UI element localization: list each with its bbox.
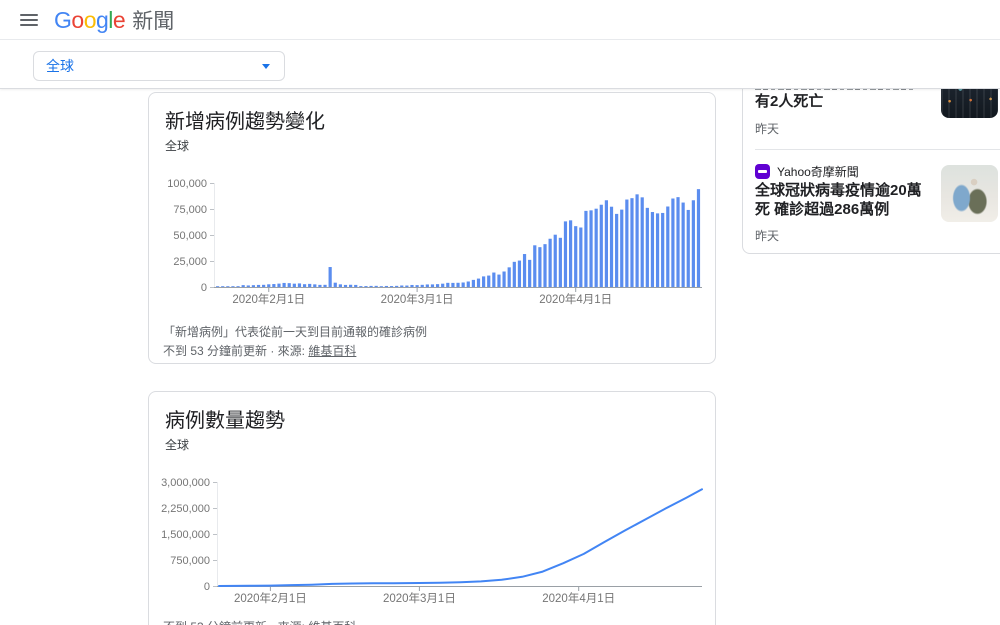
divider [755, 149, 1000, 150]
region-select[interactable]: 全球 [33, 51, 285, 81]
svg-text:2020年4月1日: 2020年4月1日 [539, 292, 612, 305]
svg-text:1,500,000: 1,500,000 [161, 529, 210, 541]
new-cases-bar-chart: 0 25,000 50,000 75,000 100,000 2020年2月1日 2020年… [159, 177, 704, 305]
news-headline[interactable]: 有2人死亡 [755, 92, 935, 111]
svg-text:0: 0 [204, 581, 210, 593]
new-cases-updated-line: 不到 53 分鐘前更新 · 來源: 維基百科 [163, 342, 356, 359]
svg-text:75,000: 75,000 [173, 204, 207, 216]
product-name-label: 新聞 [132, 5, 174, 35]
news-source[interactable]: Yahoo奇摩新聞 [777, 163, 859, 180]
hamburger-menu-icon[interactable] [10, 0, 48, 40]
total-cases-card: 病例數量趨勢 全球 0 750,000 1,500,000 2,250,000 3,00… [148, 391, 716, 625]
svg-text:2020年3月1日: 2020年3月1日 [381, 292, 454, 305]
google-logo: Google [54, 7, 125, 34]
news-headline[interactable]: 全球冠狀病毒疫情逾20萬死 確診超過286萬例 [755, 181, 933, 219]
source-link[interactable]: 維基百科 [308, 344, 356, 358]
svg-text:2,250,000: 2,250,000 [161, 503, 210, 515]
svg-text:25,000: 25,000 [173, 256, 207, 268]
yahoo-news-icon [755, 164, 770, 179]
svg-text:2020年3月1日: 2020年3月1日 [383, 591, 456, 605]
news-source-row: Yahoo奇摩新聞 [755, 163, 859, 180]
google-news-logo[interactable]: Google 新聞 [54, 5, 174, 35]
svg-text:0: 0 [201, 282, 207, 294]
total-cases-card-title: 病例數量趨勢 [165, 404, 285, 433]
updated-text: 不到 53 分鐘前更新 · 來源: [163, 344, 308, 358]
total-cases-updated-line: 不到 53 分鐘前更新 · 來源: 維基百科 [163, 618, 356, 625]
total-cases-line-chart: 0 750,000 1,500,000 2,250,000 3,000,000 2020年… [159, 470, 704, 610]
total-cases-card-subtitle: 全球 [165, 436, 189, 453]
svg-text:50,000: 50,000 [173, 230, 207, 242]
svg-text:2020年4月1日: 2020年4月1日 [542, 591, 615, 605]
svg-text:2020年2月1日: 2020年2月1日 [232, 292, 305, 305]
news-thumbnail-hospital[interactable] [941, 165, 998, 222]
region-select-value: 全球 [46, 56, 262, 76]
svg-text:3,000,000: 3,000,000 [161, 477, 210, 489]
source-link[interactable]: 維基百科 [308, 620, 356, 625]
top-app-bar: Google 新聞 [0, 0, 1000, 40]
svg-text:100,000: 100,000 [167, 178, 207, 190]
new-cases-card-subtitle: 全球 [165, 137, 189, 154]
news-time: 昨天 [755, 120, 779, 137]
filter-bar: 全球 [0, 40, 1000, 89]
svg-text:750,000: 750,000 [170, 555, 210, 567]
news-time: 昨天 [755, 227, 779, 244]
updated-text: 不到 53 分鐘前更新 · 來源: [163, 620, 308, 625]
new-cases-note: 「新增病例」代表從前一天到目前通報的確診病例 [163, 323, 427, 340]
new-cases-card-title: 新增病例趨勢變化 [165, 105, 325, 134]
new-cases-card: 新增病例趨勢變化 全球 0 25,000 50,000 75,000 100,000 20… [148, 92, 716, 364]
caret-down-icon [262, 64, 270, 69]
svg-text:2020年2月1日: 2020年2月1日 [234, 591, 307, 605]
